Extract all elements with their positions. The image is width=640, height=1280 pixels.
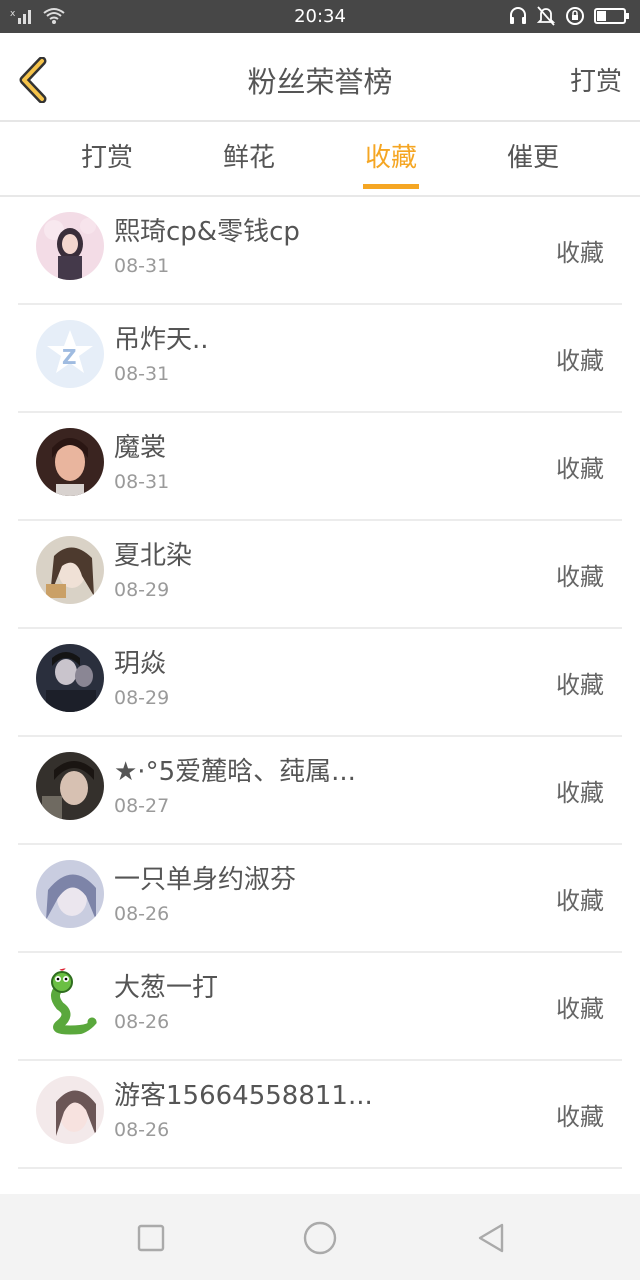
reward-button[interactable]: 打赏 <box>570 33 622 121</box>
fan-action: 收藏 <box>556 239 604 267</box>
list-item[interactable]: 夏北染 08-29 收藏 <box>0 521 640 629</box>
tab-reward[interactable]: 打赏 <box>36 122 178 196</box>
headphones-icon <box>510 7 526 24</box>
avatar <box>36 428 104 496</box>
fan-name: 玥焱 <box>114 649 167 679</box>
fan-date: 08-27 <box>114 795 170 817</box>
lock-rotation-icon <box>566 7 584 25</box>
fan-name: 熙琦cp&零钱cp <box>114 217 300 247</box>
back-nav-button[interactable] <box>472 1218 512 1258</box>
list-item[interactable]: 一只单身约淑芬 08-26 收藏 <box>0 845 640 953</box>
avatar <box>36 968 104 1036</box>
svg-text:Z: Z <box>62 345 77 369</box>
fan-date: 08-29 <box>114 579 170 601</box>
avatar: Z <box>36 320 104 388</box>
fan-name: 一只单身约淑芬 <box>114 865 297 895</box>
list-item[interactable]: 熙琦cp&零钱cp 08-31 收藏 <box>0 197 640 305</box>
fan-name: 游客15664558811... <box>114 1081 373 1111</box>
fan-action: 收藏 <box>556 563 604 591</box>
avatar <box>36 644 104 712</box>
recent-apps-icon <box>137 1224 165 1252</box>
fan-date: 08-26 <box>114 903 170 925</box>
fan-date: 08-31 <box>114 363 170 385</box>
fan-name: 魔裳 <box>114 433 167 463</box>
list-item[interactable]: 游客15664558811... 08-26 收藏 <box>0 1061 640 1169</box>
recent-apps-button[interactable] <box>131 1218 171 1258</box>
fan-name: ★·°5爱麓晗、莼属... <box>114 757 356 787</box>
fan-action: 收藏 <box>556 671 604 699</box>
fan-date: 08-26 <box>114 1119 170 1141</box>
avatar <box>36 752 104 820</box>
bell-off-icon <box>536 6 556 26</box>
tab-urge-update[interactable]: 催更 <box>462 122 604 196</box>
fan-action: 收藏 <box>556 887 604 915</box>
list-item[interactable]: 魔裳 08-31 收藏 <box>0 413 640 521</box>
fan-date: 08-31 <box>114 255 170 277</box>
list-item[interactable]: 玥焱 08-29 收藏 <box>0 629 640 737</box>
fan-name: 大葱一打 <box>114 973 219 1003</box>
fan-action: 收藏 <box>556 455 604 483</box>
home-button[interactable] <box>300 1218 340 1258</box>
list-item[interactable]: 大葱一打 08-26 收藏 <box>0 953 640 1061</box>
fan-action: 收藏 <box>556 347 604 375</box>
tab-flowers[interactable]: 鲜花 <box>178 122 320 196</box>
fan-date: 08-31 <box>114 471 170 493</box>
battery-icon <box>594 8 629 24</box>
fan-list: 熙琦cp&零钱cp 08-31 收藏 Z 吊炸天.. 08-31 收藏 魔裳 0… <box>0 197 640 1169</box>
app-header: 粉丝荣誉榜 打赏 <box>0 33 640 121</box>
active-tab-indicator <box>363 184 419 189</box>
fan-name: 吊炸天.. <box>114 325 209 355</box>
avatar <box>36 212 104 280</box>
avatar <box>36 860 104 928</box>
fan-name: 夏北染 <box>114 541 193 571</box>
fan-action: 收藏 <box>556 779 604 807</box>
fan-action: 收藏 <box>556 995 604 1023</box>
list-item[interactable]: Z 吊炸天.. 08-31 收藏 <box>0 305 640 413</box>
fan-action: 收藏 <box>556 1103 604 1131</box>
fan-date: 08-26 <box>114 1011 170 1033</box>
fan-honor-screen: x 20:34 粉丝荣誉榜 打赏 打赏 鲜花 收藏 催更 熙琦cp&零钱cp 0… <box>0 0 640 1280</box>
status-bar: x 20:34 <box>0 0 640 33</box>
avatar <box>36 536 104 604</box>
list-item[interactable]: ★·°5爱麓晗、莼属... 08-27 收藏 <box>0 737 640 845</box>
home-icon <box>303 1221 337 1255</box>
fan-date: 08-29 <box>114 687 170 709</box>
tab-bar: 打赏 鲜花 收藏 催更 <box>0 122 640 196</box>
avatar <box>36 1076 104 1144</box>
system-nav-bar <box>0 1194 640 1280</box>
back-icon <box>478 1223 504 1253</box>
page-title: 粉丝荣誉榜 <box>247 65 393 99</box>
